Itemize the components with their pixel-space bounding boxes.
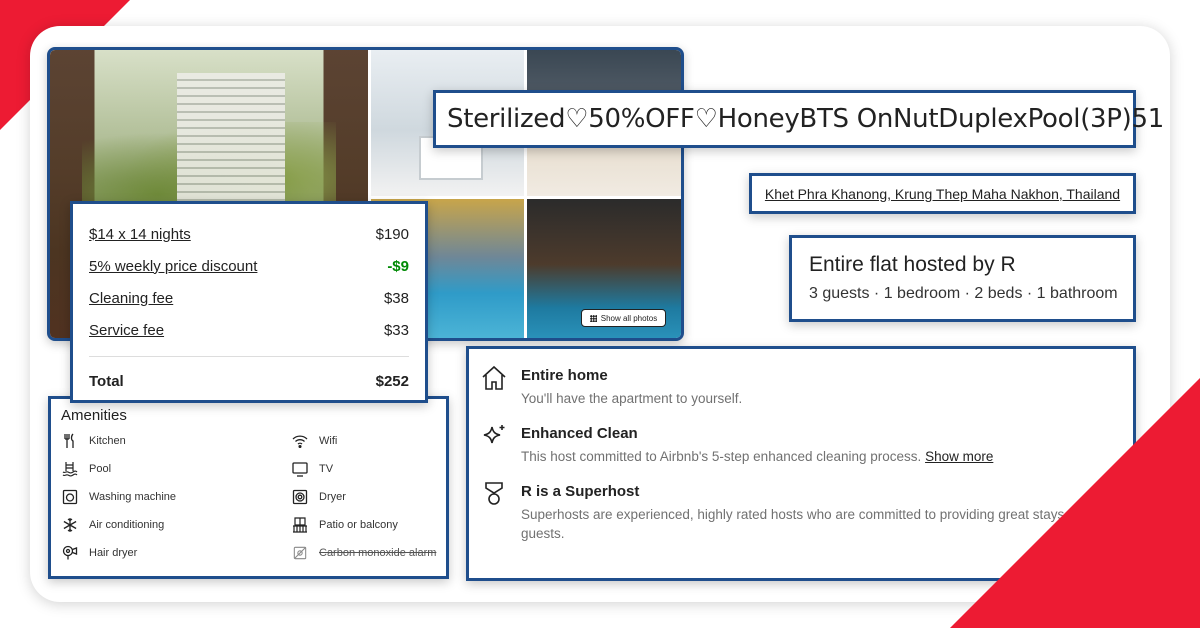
price-value-cleaning: $38 xyxy=(383,289,409,307)
kitchen-icon xyxy=(61,432,79,450)
price-label-cleaning[interactable]: Cleaning fee xyxy=(89,290,173,307)
price-row-cleaning: Cleaning fee $38 xyxy=(89,282,409,314)
amenity-washing-machine: Washing machine xyxy=(61,488,291,506)
listing-title-box: Sterilized♡50%OFF♡HoneyBTS OnNutDuplexPo… xyxy=(433,90,1164,148)
price-row-service: Service fee $33 xyxy=(89,314,409,346)
price-row-discount: 5% weekly price discount -$9 xyxy=(89,250,409,282)
sparkle-icon xyxy=(481,423,507,449)
feature-desc: You'll have the apartment to yourself. xyxy=(521,391,743,406)
price-value-discount: -$9 xyxy=(387,257,409,275)
price-value-service: $33 xyxy=(383,321,409,339)
price-label-service[interactable]: Service fee xyxy=(89,322,164,339)
amenity-hair-dryer: Hair dryer xyxy=(61,544,291,562)
amenity-kitchen: Kitchen xyxy=(61,432,291,450)
amenities-title: Amenities xyxy=(61,407,127,424)
host-details: 3 guests · 1 bedroom · 2 beds · 1 bathro… xyxy=(809,285,1118,302)
dryer-icon xyxy=(291,488,309,506)
amenity-tv: TV xyxy=(291,460,441,478)
photo-building xyxy=(177,73,286,203)
pool-icon xyxy=(61,460,79,478)
amenity-pool: Pool xyxy=(61,460,291,478)
price-row-nights: $14 x 14 nights $190 xyxy=(89,218,409,250)
location-box: Khet Phra Khanong, Krung Thep Maha Nakho… xyxy=(749,173,1136,214)
grid-icon xyxy=(589,314,597,322)
price-total-row: Total $252 xyxy=(89,365,409,397)
feature-title: Enhanced Clean xyxy=(521,425,638,443)
amenity-dryer: Dryer xyxy=(291,488,441,506)
amenity-patio: Patio or balcony xyxy=(291,516,441,534)
wifi-icon xyxy=(291,432,309,450)
snowflake-icon xyxy=(61,516,79,534)
price-label-nights[interactable]: $14 x 14 nights xyxy=(89,226,191,243)
corner-decoration-bottom-right xyxy=(950,378,1200,628)
amenities-grid: Kitchen Wifi Pool TV Washing machine Dry… xyxy=(61,432,436,562)
feature-desc: This host committed to Airbnb's 5-step e… xyxy=(521,449,994,465)
price-total-label: Total xyxy=(89,372,124,390)
price-total-value: $252 xyxy=(375,372,409,390)
price-breakdown: $14 x 14 nights $190 5% weekly price dis… xyxy=(70,201,428,403)
balcony-icon xyxy=(291,516,309,534)
washing-machine-icon xyxy=(61,488,79,506)
listing-title: Sterilized♡50%OFF♡HoneyBTS OnNutDuplexPo… xyxy=(447,104,1164,134)
show-all-photos-label: Show all photos xyxy=(600,313,658,323)
host-title: Entire flat hosted by R xyxy=(809,253,1016,276)
amenity-carbon-monoxide-alarm: Carbon monoxide alarm xyxy=(291,544,441,562)
superhost-medal-icon xyxy=(481,481,507,507)
amenities-box: Amenities Kitchen Wifi Pool TV Washing m… xyxy=(48,396,449,579)
hair-dryer-icon xyxy=(61,544,79,562)
host-summary-box: Entire flat hosted by R 3 guests · 1 bed… xyxy=(789,235,1136,322)
show-all-photos-button[interactable]: Show all photos xyxy=(581,309,666,327)
amenity-air-conditioning: Air conditioning xyxy=(61,516,291,534)
amenity-wifi: Wifi xyxy=(291,432,441,450)
tv-icon xyxy=(291,460,309,478)
feature-title: Entire home xyxy=(521,367,608,384)
price-value-nights: $190 xyxy=(375,225,409,243)
alarm-icon xyxy=(291,544,309,562)
location-link[interactable]: Khet Phra Khanong, Krung Thep Maha Nakho… xyxy=(765,186,1120,202)
price-label-discount[interactable]: 5% weekly price discount xyxy=(89,258,257,275)
home-icon xyxy=(481,365,507,391)
price-divider xyxy=(89,356,409,357)
